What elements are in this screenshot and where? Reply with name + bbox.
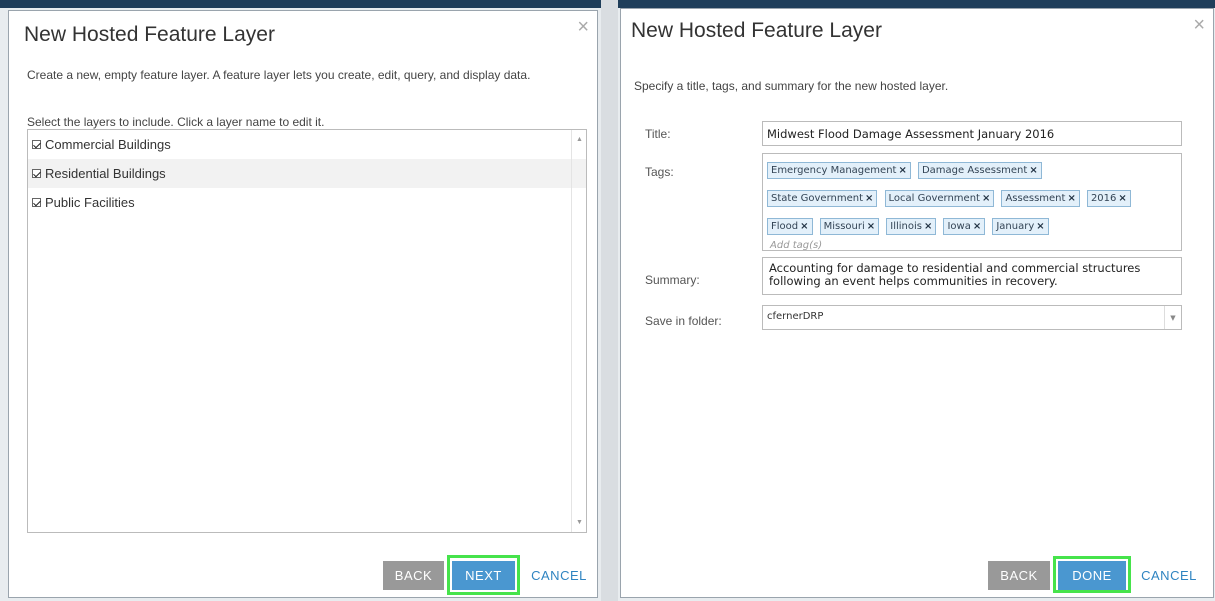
tag-chip: Local Government ×: [884, 190, 995, 207]
summary-textarea[interactable]: Accounting for damage to residential and…: [762, 257, 1182, 295]
select-layers-label: Select the layers to include. Click a la…: [27, 115, 325, 129]
add-tag-input[interactable]: Add tag(s): [767, 240, 1177, 251]
tag-text: Local Government: [888, 193, 980, 204]
remove-tag-icon[interactable]: ×: [800, 221, 808, 232]
new-layer-dialog-step2: New Hosted Feature Layer × Specify a tit…: [620, 8, 1214, 598]
layer-list-scrollbar[interactable]: ▲ ▼: [571, 130, 586, 532]
cancel-button[interactable]: CANCEL: [1136, 561, 1202, 590]
layer-name[interactable]: Residential Buildings: [45, 166, 166, 181]
tag-chip: Damage Assessment ×: [917, 162, 1042, 179]
remove-tag-icon[interactable]: ×: [1118, 193, 1126, 204]
remove-tag-icon[interactable]: ×: [982, 193, 990, 204]
tag-text: Illinois: [890, 221, 922, 232]
folder-select[interactable]: cfernerDRP ▼: [762, 305, 1182, 330]
tag-chip: 2016 ×: [1086, 190, 1131, 207]
dialog-title: New Hosted Feature Layer: [24, 23, 275, 46]
layer-name[interactable]: Commercial Buildings: [45, 137, 171, 152]
tag-chip: January ×: [992, 218, 1049, 235]
remove-tag-icon[interactable]: ×: [1029, 165, 1037, 176]
layer-item-commercial-buildings[interactable]: Commercial Buildings: [28, 130, 586, 159]
tag-text: Missouri: [823, 221, 865, 232]
back-button[interactable]: BACK: [988, 561, 1050, 590]
layer-item-public-facilities[interactable]: Public Facilities: [28, 188, 586, 217]
cancel-button[interactable]: CANCEL: [527, 561, 591, 590]
title-input[interactable]: Midwest Flood Damage Assessment January …: [762, 121, 1182, 146]
tag-chip: Flood ×: [767, 218, 813, 235]
summary-label: Summary:: [645, 273, 700, 287]
checkbox[interactable]: [32, 198, 41, 207]
tag-chip: Emergency Management ×: [767, 162, 911, 179]
remove-tag-icon[interactable]: ×: [1067, 193, 1075, 204]
tag-text: Emergency Management: [771, 165, 897, 176]
tags-label: Tags:: [645, 165, 674, 179]
scroll-up-icon[interactable]: ▲: [576, 136, 583, 143]
checkbox[interactable]: [32, 140, 41, 149]
tag-chip: Missouri ×: [819, 218, 880, 235]
tag-text: Assessment: [1005, 193, 1066, 204]
tag-text: 2016: [1090, 193, 1117, 204]
dialog-title: New Hosted Feature Layer: [631, 19, 882, 42]
remove-tag-icon[interactable]: ×: [1036, 221, 1044, 232]
tag-chip: Iowa ×: [943, 218, 986, 235]
close-icon[interactable]: ×: [577, 17, 589, 37]
remove-tag-icon[interactable]: ×: [973, 221, 981, 232]
folder-label: Save in folder:: [645, 314, 722, 328]
title-label: Title:: [645, 127, 671, 141]
remove-tag-icon[interactable]: ×: [898, 165, 906, 176]
tag-text: State Government: [771, 193, 864, 204]
dialog-description: Create a new, empty feature layer. A fea…: [27, 68, 531, 82]
tag-text: January: [996, 221, 1035, 232]
new-layer-dialog-step1: New Hosted Feature Layer × Create a new,…: [8, 10, 598, 598]
checkbox[interactable]: [32, 169, 41, 178]
folder-value: cfernerDRP: [767, 311, 824, 322]
scroll-down-icon[interactable]: ▼: [576, 519, 583, 526]
done-button[interactable]: DONE: [1058, 561, 1126, 590]
remove-tag-icon[interactable]: ×: [924, 221, 932, 232]
close-icon[interactable]: ×: [1193, 15, 1205, 35]
next-button[interactable]: NEXT: [452, 561, 515, 590]
panel-gap: [601, 0, 618, 601]
layer-name[interactable]: Public Facilities: [45, 195, 135, 210]
tag-chip: Illinois ×: [886, 218, 937, 235]
remove-tag-icon[interactable]: ×: [865, 193, 873, 204]
tag-text: Iowa: [947, 221, 971, 232]
layer-item-residential-buildings[interactable]: Residential Buildings: [28, 159, 586, 188]
dialog-intro: Specify a title, tags, and summary for t…: [634, 79, 949, 93]
tag-chip: State Government ×: [767, 190, 878, 207]
chevron-down-icon[interactable]: ▼: [1164, 306, 1181, 329]
remove-tag-icon[interactable]: ×: [867, 221, 875, 232]
layer-list: Commercial Buildings Residential Buildin…: [27, 129, 587, 533]
tag-chip: Assessment ×: [1001, 190, 1080, 207]
tag-text: Flood: [771, 221, 799, 232]
tag-text: Damage Assessment: [921, 165, 1028, 176]
back-button[interactable]: BACK: [383, 561, 444, 590]
tags-input[interactable]: Emergency Management × Damage Assessment ×…: [762, 153, 1182, 251]
